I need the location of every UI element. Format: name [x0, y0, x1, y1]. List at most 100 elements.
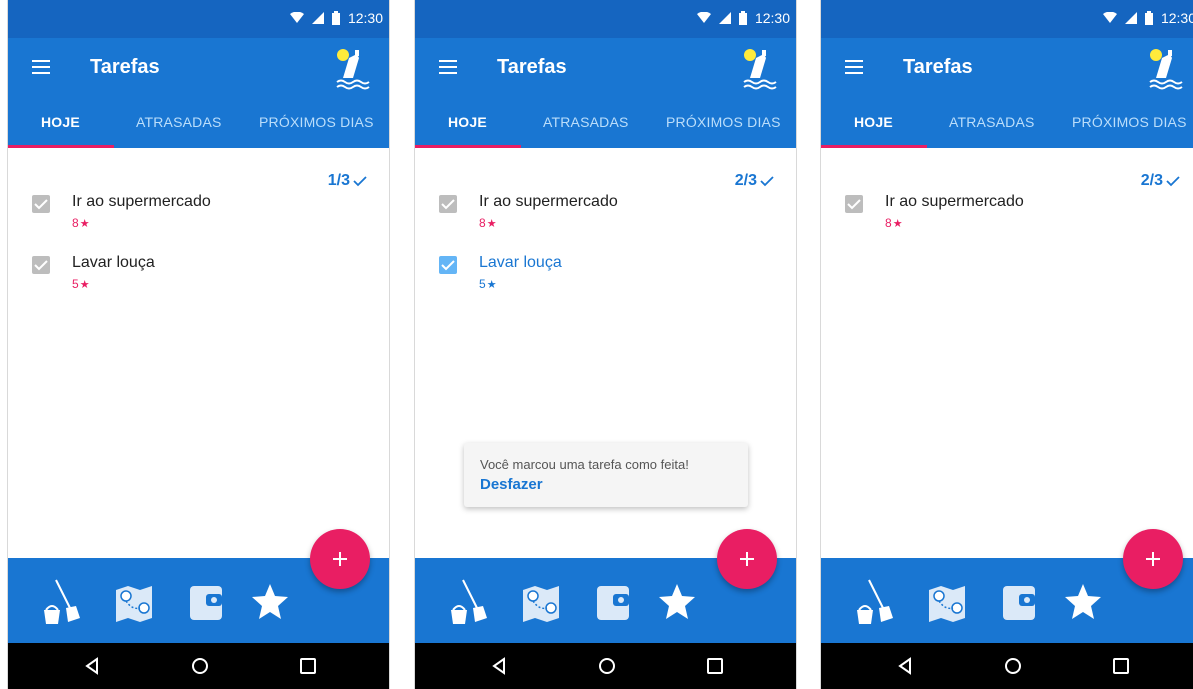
task-points-value: 8 [885, 216, 892, 230]
plus-icon-vertical [339, 552, 341, 566]
list-item[interactable]: Lavar louça 5 ★ [32, 254, 362, 306]
checkmark-icon [34, 199, 48, 210]
plus-icon-vertical [746, 552, 748, 566]
star-icon[interactable] [246, 578, 294, 626]
list-item[interactable]: Ir ao supermercado 8 ★ [32, 193, 362, 245]
home-icon[interactable] [190, 656, 210, 676]
status-bar: 12:30 [415, 0, 796, 38]
status-time: 12:30 [347, 10, 383, 26]
battery-icon [1144, 11, 1153, 25]
tab-atrasadas[interactable]: ATRASADAS [136, 114, 222, 130]
map-icon[interactable] [110, 578, 158, 626]
snackbar-message: Você marcou uma tarefa como feita! [480, 457, 689, 472]
menu-icon[interactable] [439, 57, 461, 77]
battery-icon [738, 11, 747, 25]
small-star-icon: ★ [486, 278, 497, 291]
bottle-logo-icon [336, 49, 370, 90]
wallet-icon[interactable] [591, 578, 639, 626]
list-item[interactable]: Lavar louça 5 ★ [439, 254, 769, 306]
star-icon[interactable] [653, 578, 701, 626]
task-title: Lavar louça [479, 254, 562, 271]
task-title: Ir ao supermercado [479, 193, 618, 210]
phone-screen-2: 12:30 Tarefas HOJE ATRASADAS PRÓXIMOS DI… [414, 0, 797, 689]
menu-icon[interactable] [32, 57, 54, 77]
back-icon[interactable] [489, 656, 509, 676]
wallet-icon[interactable] [997, 578, 1045, 626]
status-time: 12:30 [1160, 10, 1193, 26]
task-list: 1/3 Ir ao supermercado 8 ★ Lavar louça 5 ★ [8, 148, 389, 558]
tab-hoje[interactable]: HOJE [41, 114, 80, 130]
back-icon[interactable] [895, 656, 915, 676]
task-checkbox-checked[interactable] [439, 256, 457, 274]
status-bar: 12:30 [821, 0, 1193, 38]
home-icon[interactable] [597, 656, 617, 676]
recents-icon[interactable] [705, 656, 725, 676]
broom-bucket-icon[interactable] [38, 578, 86, 626]
map-icon[interactable] [517, 578, 565, 626]
system-nav-bar [8, 643, 389, 689]
plus-icon-vertical [1152, 552, 1154, 566]
star-icon[interactable] [1059, 578, 1107, 626]
system-nav-bar [821, 643, 1193, 689]
small-star-icon: ★ [892, 217, 903, 230]
bottle-logo-icon [1149, 49, 1183, 90]
progress-count: 2/3 [735, 172, 774, 190]
wallet-icon[interactable] [184, 578, 232, 626]
task-checkbox[interactable] [845, 195, 863, 213]
tab-proximos-dias[interactable]: PRÓXIMOS DIAS [1072, 114, 1187, 130]
menu-icon[interactable] [845, 57, 867, 77]
phone-screen-1: 12:30 Tarefas HOJE ATRASADAS PRÓXIMOS DI… [7, 0, 390, 689]
task-list: 2/3 Ir ao supermercado 8 ★ [821, 148, 1193, 558]
app-bar: Tarefas HOJE ATRASADAS PRÓXIMOS DIAS [821, 38, 1193, 148]
tab-hoje[interactable]: HOJE [854, 114, 893, 130]
bottle-logo-icon [743, 49, 777, 90]
progress-count-text: 1/3 [327, 172, 350, 189]
task-checkbox[interactable] [32, 256, 50, 274]
add-task-button[interactable] [717, 529, 777, 589]
wifi-icon [289, 12, 304, 23]
tab-proximos-dias[interactable]: PRÓXIMOS DIAS [259, 114, 374, 130]
check-icon [760, 176, 774, 187]
map-icon[interactable] [923, 578, 971, 626]
checkmark-icon [441, 260, 455, 271]
home-icon[interactable] [1003, 656, 1023, 676]
snackbar: Você marcou uma tarefa como feita! Desfa… [464, 443, 748, 507]
tab-hoje[interactable]: HOJE [448, 114, 487, 130]
task-title: Lavar louça [72, 254, 155, 271]
list-item[interactable]: Ir ao supermercado 8 ★ [439, 193, 769, 245]
add-task-button[interactable] [1123, 529, 1183, 589]
checkmark-icon [847, 199, 861, 210]
task-points: 8 ★ [72, 216, 90, 230]
phone-screen-3: 12:30 Tarefas HOJE ATRASADAS PRÓXIMOS DI… [820, 0, 1193, 689]
task-points-value: 8 [479, 216, 486, 230]
task-points-value: 5 [479, 277, 486, 291]
progress-count-text: 2/3 [1140, 172, 1163, 189]
check-icon [353, 176, 367, 187]
tab-bar: HOJE ATRASADAS PRÓXIMOS DIAS [821, 102, 1193, 148]
checkmark-icon [34, 260, 48, 271]
task-checkbox[interactable] [32, 195, 50, 213]
undo-button[interactable]: Desfazer [480, 476, 543, 493]
tab-proximos-dias[interactable]: PRÓXIMOS DIAS [666, 114, 781, 130]
small-star-icon: ★ [79, 278, 90, 291]
list-item[interactable]: Ir ao supermercado 8 ★ [845, 193, 1175, 245]
task-points-value: 5 [72, 277, 79, 291]
broom-bucket-icon[interactable] [445, 578, 493, 626]
add-task-button[interactable] [310, 529, 370, 589]
task-list: 2/3 Ir ao supermercado 8 ★ Lavar louça 5 ★… [415, 148, 796, 558]
back-icon[interactable] [82, 656, 102, 676]
tab-atrasadas[interactable]: ATRASADAS [949, 114, 1035, 130]
battery-icon [331, 11, 340, 25]
app-bar: Tarefas HOJE ATRASADAS PRÓXIMOS DIAS [8, 38, 389, 148]
wifi-icon [696, 12, 711, 23]
cell-signal-icon [718, 12, 731, 24]
broom-bucket-icon[interactable] [851, 578, 899, 626]
task-checkbox[interactable] [439, 195, 457, 213]
tab-bar: HOJE ATRASADAS PRÓXIMOS DIAS [415, 102, 796, 148]
task-points: 8 ★ [479, 216, 497, 230]
tab-atrasadas[interactable]: ATRASADAS [543, 114, 629, 130]
recents-icon[interactable] [298, 656, 318, 676]
recents-icon[interactable] [1111, 656, 1131, 676]
progress-count: 1/3 [328, 172, 367, 190]
cell-signal-icon [1124, 12, 1137, 24]
